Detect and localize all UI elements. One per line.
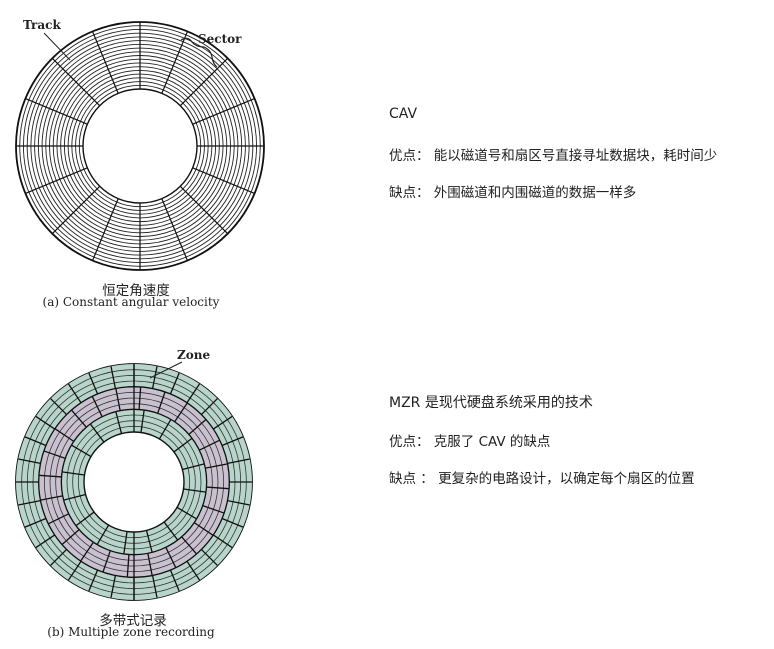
cav-advantage: 优点： 能以磁道号和扇区号直接寻址数据块，耗时间少 (389, 148, 718, 164)
mzr-advantage: 优点： 克服了 CAV 的缺点 (389, 434, 551, 450)
mzr-disadvantage: 缺点 ： 更复杂的电路设计，以确定每个扇区的位置 (389, 471, 695, 487)
cav-disk-graphic (15, 21, 265, 271)
zone-label: Zone (177, 348, 210, 362)
sector-label: Sector (198, 32, 242, 46)
cav-caption-en: (a) Constant angular velocity (42, 295, 220, 309)
cav-disk-diagram: Track Sector (0, 0, 280, 290)
track-label: Track (23, 18, 61, 32)
mzr-disk-graphic (15, 363, 253, 601)
mzr-title: MZR 是现代硬盘系统采用的技术 (389, 395, 593, 411)
mzr-caption-en: (b) Multiple zone recording (47, 625, 215, 639)
cav-disadvantage: 缺点： 外围磁道和内围磁道的数据一样多 (389, 185, 637, 201)
mzr-disk-diagram: Zone (0, 340, 280, 610)
mzr-spindle-hole (83, 431, 185, 533)
cav-title: CAV (389, 106, 418, 122)
cav-spindle-hole (82, 88, 198, 204)
